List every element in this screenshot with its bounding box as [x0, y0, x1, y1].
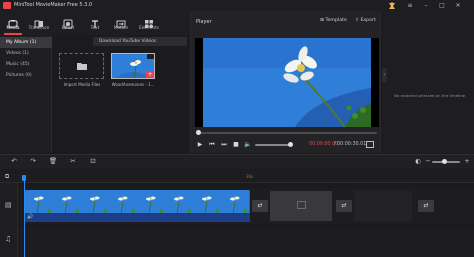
sidebar-item-videos[interactable]: Videos (1): [0, 48, 52, 59]
clip-volume-icon[interactable]: 🔊: [27, 214, 33, 220]
download-youtube-button[interactable]: Download YouTube Videos: [93, 37, 187, 46]
playback-scrubber[interactable]: [197, 132, 377, 134]
volume-slider-handle[interactable]: [288, 142, 293, 147]
elements-icon: [144, 14, 154, 28]
transition-slot-1[interactable]: ⇄: [252, 200, 268, 212]
transition-slot-3[interactable]: ⇄: [418, 200, 434, 212]
effect-icon: [63, 14, 73, 29]
ruler-mark: 30s: [246, 174, 254, 179]
timeline-zoom-handle[interactable]: [442, 159, 447, 164]
video-camera-icon: [147, 54, 154, 59]
add-to-timeline-icon[interactable]: +: [146, 71, 154, 78]
maximize-icon[interactable]: □: [436, 1, 448, 10]
empty-slot-icon: [297, 201, 306, 209]
split-icon[interactable]: ✂: [68, 157, 78, 166]
empty-clip-slot-2[interactable]: [354, 191, 412, 221]
time-total: 00:00:30.01: [337, 142, 367, 147]
video-track-icon: ▤: [5, 201, 12, 209]
download-youtube-label: Download YouTube Videos: [99, 39, 157, 44]
track-headers: [0, 183, 18, 257]
player-title: Player: [196, 19, 212, 25]
transition-slot-2[interactable]: ⇄: [336, 200, 352, 212]
export-button[interactable]: ⇪ Export: [355, 18, 376, 23]
media-clip-label: WoodAnemones - 1...: [111, 82, 155, 87]
close-icon[interactable]: ✕: [452, 1, 464, 10]
audio-track[interactable]: [18, 228, 474, 257]
template-button[interactable]: ⊞ Template: [320, 18, 347, 23]
settings-icon[interactable]: [388, 2, 396, 10]
stop-icon[interactable]: ■: [232, 141, 240, 149]
volume-slider[interactable]: [255, 144, 291, 146]
tab-motion[interactable]: Motion: [108, 11, 134, 35]
template-label: Template: [325, 18, 347, 23]
tab-media[interactable]: Media: [0, 11, 26, 35]
next-frame-icon[interactable]: ⏭: [220, 141, 228, 149]
zoom-in-icon[interactable]: +: [462, 157, 472, 166]
empty-clip-slot[interactable]: [270, 191, 332, 221]
timeline-ruler[interactable]: [0, 170, 474, 183]
media-icon: [8, 14, 18, 28]
volume-icon[interactable]: 🔈: [244, 141, 252, 149]
properties-panel: [382, 11, 474, 153]
text-icon: [90, 14, 100, 28]
add-track-icon[interactable]: ⧉: [5, 173, 9, 181]
export-icon: ⇪: [355, 18, 359, 23]
clip-audio-bar: [25, 213, 250, 222]
sidebar-item-pictures[interactable]: Pictures (0): [0, 70, 52, 81]
redo-icon[interactable]: ↷: [28, 157, 38, 166]
play-icon[interactable]: ▶: [196, 141, 204, 149]
export-label: Export: [360, 18, 376, 23]
transition-icon: [34, 14, 44, 28]
playhead-line[interactable]: [24, 181, 25, 257]
tab-elements[interactable]: Elements: [136, 11, 162, 35]
properties-empty-message: No material selected on the timeline: [394, 93, 466, 98]
motion-icon: [116, 14, 126, 28]
folder-icon: [77, 63, 87, 70]
tab-text[interactable]: Text: [82, 11, 108, 35]
time-separator: /: [334, 142, 336, 147]
music-track-icon: ♫: [5, 235, 12, 243]
playback-scrubber-handle[interactable]: [196, 130, 201, 135]
crop-icon[interactable]: ⊡: [88, 157, 98, 166]
previous-frame-icon[interactable]: ⏮: [208, 141, 216, 149]
sidebar-item-music[interactable]: Music (45): [0, 59, 52, 70]
tab-effect[interactable]: Effect: [55, 11, 81, 35]
undo-icon[interactable]: ↶: [9, 157, 19, 166]
minimize-icon[interactable]: –: [420, 1, 432, 10]
import-media-label: Import Media Files: [63, 82, 101, 87]
sidebar-item-my-album[interactable]: My Album (1): [0, 37, 52, 48]
video-preview[interactable]: [195, 38, 379, 127]
import-media-button[interactable]: [59, 53, 104, 79]
video-frame-image: [195, 38, 379, 127]
app-title: MiniTool MovieMaker Free 5.3.0: [14, 2, 93, 8]
app-logo-icon: [3, 2, 11, 9]
template-icon: ⊞: [320, 18, 324, 23]
delete-icon[interactable]: 🗑: [48, 157, 58, 166]
aspect-ratio-icon[interactable]: [366, 141, 374, 148]
collapse-panel-button[interactable]: ›: [382, 68, 387, 82]
menu-icon[interactable]: ≡: [404, 1, 416, 10]
tab-transition[interactable]: Transition: [26, 11, 52, 35]
audio-mix-icon[interactable]: ◐: [413, 157, 423, 166]
